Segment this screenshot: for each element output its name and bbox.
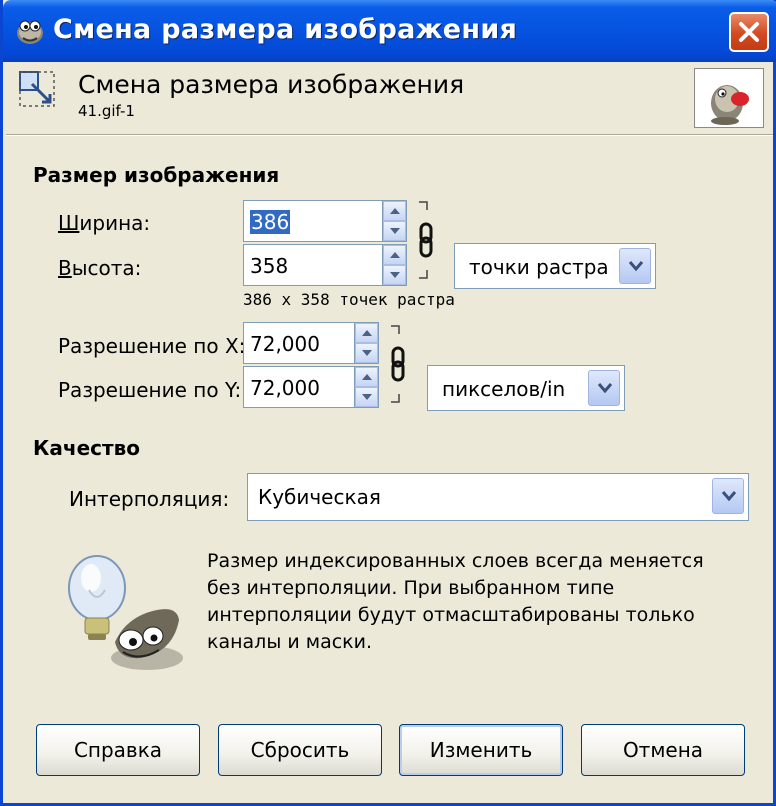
- help-button[interactable]: Справка: [36, 724, 200, 776]
- resolution-x-increment-button[interactable]: [355, 323, 378, 343]
- resize-button[interactable]: Изменить: [399, 724, 563, 776]
- resolution-y-spin-buttons: [354, 367, 378, 407]
- width-increment-button[interactable]: [383, 201, 406, 221]
- header-separator: [6, 134, 773, 136]
- size-units-dropdown-button[interactable]: [619, 248, 651, 284]
- header-title: Смена размера изображения: [78, 70, 465, 99]
- resolution-y-value: 72,000: [250, 376, 320, 400]
- interpolation-select[interactable]: Кубическая: [247, 473, 749, 521]
- width-spin-buttons: [382, 201, 406, 241]
- width-decrement-button[interactable]: [383, 221, 406, 241]
- close-button[interactable]: [729, 12, 769, 52]
- resolution-units-dropdown-button[interactable]: [588, 370, 620, 406]
- image-size-section-title: Размер изображения: [33, 163, 280, 187]
- interpolation-value: Кубическая: [258, 485, 381, 509]
- resolution-x-spinbox[interactable]: 72,000: [243, 322, 379, 364]
- interpolation-dropdown-button[interactable]: [712, 478, 744, 514]
- dialog-header: Смена размера изображения 41.gif-1: [6, 62, 773, 134]
- gimp-icon: [13, 16, 45, 46]
- resolution-y-label: Разрешение по Y:: [58, 378, 242, 402]
- title-bar[interactable]: Смена размера изображения: [3, 0, 776, 62]
- resolution-units-select[interactable]: пикселов/in: [427, 365, 625, 411]
- chain-link-icon: [387, 325, 409, 410]
- wilber-lightbulb-icon: [61, 546, 187, 676]
- resolution-chain-link-button[interactable]: [387, 322, 409, 406]
- quality-section-title: Качество: [33, 436, 140, 460]
- resolution-y-decrement-button[interactable]: [355, 387, 378, 407]
- height-spin-buttons: [382, 245, 406, 285]
- height-spinbox[interactable]: 358: [243, 244, 407, 286]
- interpolation-hint-text: Размер индексированных слоев всегда меня…: [207, 550, 704, 653]
- window-title: Смена размера изображения: [53, 14, 518, 45]
- height-decrement-button[interactable]: [383, 265, 406, 285]
- size-units-value: точки растра: [469, 255, 609, 279]
- interpolation-label: Интерполяция:: [69, 487, 230, 511]
- resolution-y-increment-button[interactable]: [355, 367, 378, 387]
- chain-link-icon: [415, 201, 437, 286]
- height-label: Высота:: [58, 256, 142, 280]
- dialog-window: Смена размера изображения Смена размера …: [0, 0, 776, 806]
- size-chain-link-button[interactable]: [415, 198, 437, 282]
- resolution-x-spin-buttons: [354, 323, 378, 363]
- image-preview: [694, 68, 764, 128]
- width-label: Ширина:: [58, 211, 151, 235]
- width-spinbox[interactable]: 386: [243, 200, 407, 242]
- reset-button[interactable]: Сбросить: [218, 724, 382, 776]
- height-value: 358: [250, 254, 289, 278]
- width-value: 386: [250, 210, 291, 234]
- resolution-x-label: Разрешение по X:: [58, 334, 246, 358]
- width-label-rest: ирина:: [79, 211, 151, 235]
- resolution-units-value: пикселов/in: [442, 377, 566, 401]
- size-units-select[interactable]: точки растра: [454, 243, 656, 289]
- size-info: 386 x 358 точек растра: [243, 290, 455, 309]
- resolution-x-decrement-button[interactable]: [355, 343, 378, 363]
- cancel-button[interactable]: Отмена: [581, 724, 745, 776]
- resolution-y-spinbox[interactable]: 72,000: [243, 366, 379, 408]
- height-increment-button[interactable]: [383, 245, 406, 265]
- header-subtitle: 41.gif-1: [78, 102, 135, 120]
- resolution-x-value: 72,000: [250, 332, 320, 356]
- scale-image-icon: [18, 70, 58, 112]
